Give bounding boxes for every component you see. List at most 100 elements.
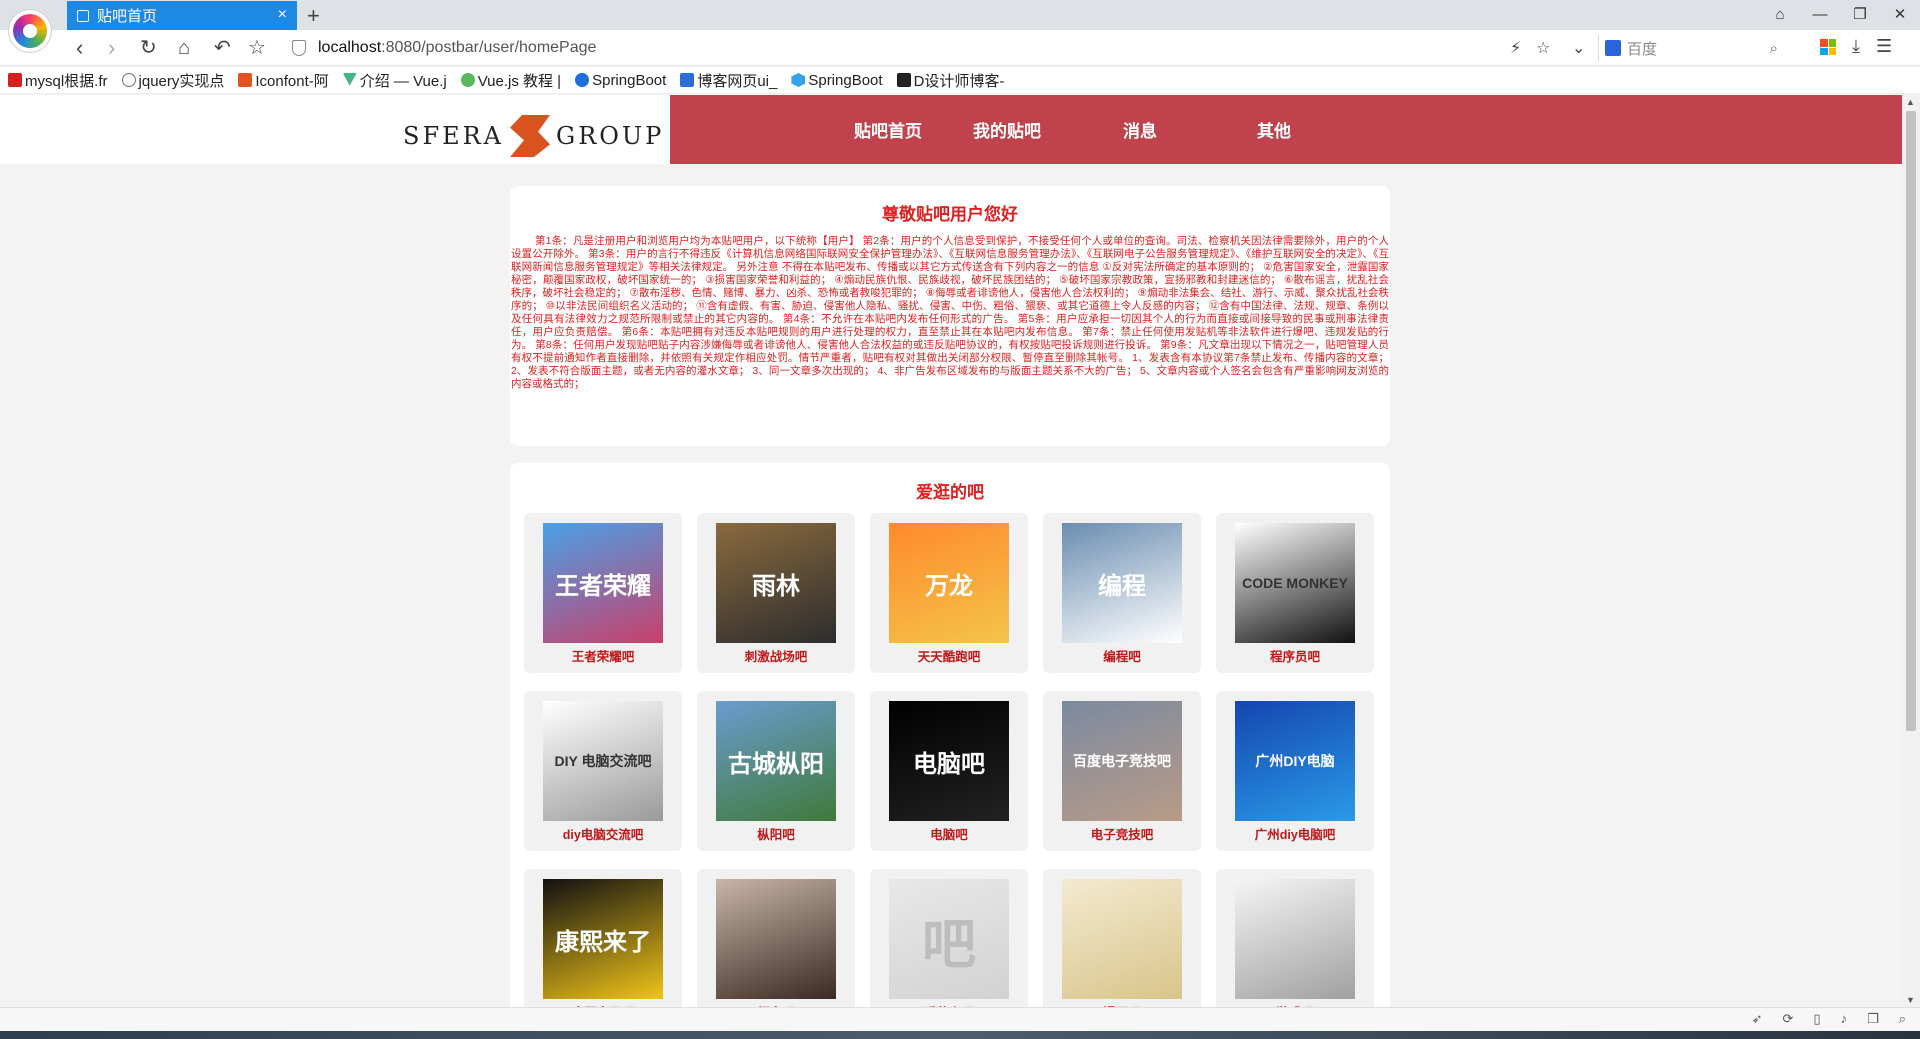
page-scrollbar[interactable]: ▲ ▼ bbox=[1902, 95, 1920, 1007]
bar-name[interactable]: diy电脑交流吧 bbox=[524, 824, 682, 843]
toolbar-right: ⤓ ☰ bbox=[1820, 36, 1892, 57]
bookmark-item[interactable]: SpringBoot bbox=[791, 72, 883, 89]
bar-avatar[interactable]: 康熙来了 bbox=[543, 879, 663, 999]
nav-my-bars[interactable]: 我的贴吧 bbox=[973, 95, 1041, 164]
bookmark-item[interactable]: jquery实现点 bbox=[121, 70, 224, 91]
minimize-icon[interactable]: — bbox=[1800, 0, 1840, 30]
bar-name[interactable]: 广州diy电脑吧 bbox=[1216, 824, 1374, 843]
bookmark-item[interactable]: SpringBoot bbox=[575, 72, 666, 89]
bookmark-item[interactable]: 博客网页ui_ bbox=[680, 70, 777, 91]
bar-card[interactable]: 王者荣耀 王者荣耀吧 bbox=[524, 513, 682, 673]
bookmark-item[interactable]: Vue.js 教程 | bbox=[460, 70, 561, 91]
apps-grid-icon[interactable] bbox=[1820, 39, 1836, 55]
close-window-icon[interactable]: ✕ bbox=[1880, 0, 1920, 30]
bar-card[interactable]: 古城枞阳 枞阳吧 bbox=[697, 691, 855, 851]
bar-avatar[interactable] bbox=[1235, 879, 1355, 999]
bar-card[interactable]: 漫画吧 bbox=[1043, 869, 1201, 1007]
bar-avatar[interactable]: 吧 bbox=[889, 879, 1009, 999]
undo-icon[interactable]: ↶ bbox=[214, 36, 231, 60]
bar-avatar-text: DIY 电脑交流吧 bbox=[554, 753, 652, 769]
bar-avatar[interactable]: 王者荣耀 bbox=[543, 523, 663, 643]
bookmark-item[interactable]: 介绍 — Vue.j bbox=[342, 70, 447, 91]
browser-logo-icon[interactable] bbox=[8, 9, 52, 53]
menu-icon[interactable]: ☰ bbox=[1876, 36, 1892, 57]
bookmark-item[interactable]: Iconfont-阿 bbox=[238, 70, 329, 91]
bar-card[interactable]: 广州DIY电脑广州diy电脑吧 bbox=[1216, 691, 1374, 851]
nav-other[interactable]: 其他 bbox=[1257, 95, 1291, 164]
bar-card[interactable]: 雨林 刺激战场吧 bbox=[697, 513, 855, 673]
nav-home[interactable]: 贴吧首页 bbox=[854, 95, 922, 164]
skin-icon[interactable]: ⌂ bbox=[1760, 0, 1800, 30]
scrollbar-thumb[interactable] bbox=[1906, 111, 1916, 731]
baidu-icon bbox=[1605, 40, 1621, 56]
window-icon[interactable]: ❐ bbox=[1867, 1011, 1879, 1027]
bar-avatar[interactable]: 雨林 bbox=[716, 523, 836, 643]
lightning-icon[interactable]: ⚡ bbox=[1510, 38, 1521, 58]
bar-avatar[interactable]: 古城枞阳 bbox=[716, 701, 836, 821]
bar-card[interactable]: CODE MONKEY 程序员吧 bbox=[1216, 513, 1374, 673]
tab-active[interactable]: 贴吧首页 × bbox=[67, 1, 297, 30]
url-field[interactable]: localhost:8080/postbar/user/homePage bbox=[292, 34, 1584, 62]
reload-icon[interactable]: ↻ bbox=[140, 36, 157, 60]
scroll-down-icon[interactable]: ▼ bbox=[1906, 995, 1915, 1005]
bar-avatar[interactable]: 百度电子竞技吧 bbox=[1062, 701, 1182, 821]
bar-name[interactable]: 刺激战场吧 bbox=[697, 646, 855, 665]
favorite-star-icon[interactable]: ☆ bbox=[1536, 38, 1550, 58]
bar-avatar[interactable] bbox=[716, 879, 836, 999]
bar-avatar[interactable] bbox=[1062, 879, 1182, 999]
bar-name[interactable]: 编程吧 bbox=[1043, 646, 1201, 665]
refresh-status-icon[interactable]: ⟳ bbox=[1783, 1011, 1794, 1027]
nav-messages[interactable]: 消息 bbox=[1123, 95, 1157, 164]
bar-name[interactable]: 电子竞技吧 bbox=[1043, 824, 1201, 843]
new-tab-icon[interactable]: + bbox=[307, 3, 320, 29]
bar-card[interactable]: 电脑吧 电脑吧 bbox=[870, 691, 1028, 851]
bar-name[interactable]: 程序员吧 bbox=[1216, 646, 1374, 665]
bar-name[interactable]: 王者荣耀吧 bbox=[524, 646, 682, 665]
zoom-icon[interactable]: ⌕ bbox=[1899, 1011, 1906, 1027]
bar-avatar[interactable]: 编程 bbox=[1062, 523, 1182, 643]
bar-avatar-text: 王者荣耀 bbox=[555, 572, 651, 600]
bar-avatar[interactable]: 万龙 bbox=[889, 523, 1009, 643]
bar-avatar[interactable]: CODE MONKEY bbox=[1235, 523, 1355, 643]
bookmark-star-icon[interactable]: ☆ bbox=[248, 36, 266, 60]
bar-card[interactable]: 康熙来了康熙电子吧 bbox=[524, 869, 682, 1007]
scroll-up-icon[interactable]: ▲ bbox=[1906, 97, 1915, 107]
site-logo[interactable]: SFERA GROUP bbox=[403, 115, 664, 157]
tab-strip: 贴吧首页 × + ⌂ — ❐ ✕ bbox=[0, 0, 1920, 30]
close-tab-icon[interactable]: × bbox=[278, 6, 287, 24]
bar-avatar[interactable]: 电脑吧 bbox=[889, 701, 1009, 821]
bar-card[interactable]: DIY 电脑交流吧 diy电脑交流吧 bbox=[524, 691, 682, 851]
favorite-bars-title: 爱逛的吧 bbox=[916, 483, 984, 502]
bar-card[interactable]: 百度电子竞技吧电子竞技吧 bbox=[1043, 691, 1201, 851]
bar-card[interactable]: 万龙 天天酷跑吧 bbox=[870, 513, 1028, 673]
bar-avatar-text: 古城枞阳 bbox=[728, 750, 824, 778]
volume-icon[interactable]: ♪ bbox=[1841, 1011, 1848, 1027]
download-icon[interactable]: ⤓ bbox=[1852, 36, 1860, 57]
home-icon[interactable]: ⌂ bbox=[178, 36, 190, 60]
brand-mark-icon bbox=[510, 115, 551, 157]
bar-name[interactable]: 枞阳吧 bbox=[697, 824, 855, 843]
bar-card[interactable]: 烦宁吧 bbox=[697, 869, 855, 1007]
back-icon[interactable]: ‹ bbox=[76, 36, 83, 60]
bar-avatar[interactable]: 广州DIY电脑 bbox=[1235, 701, 1355, 821]
bar-avatar-text: CODE MONKEY bbox=[1242, 575, 1348, 591]
bar-grid: 王者荣耀 王者荣耀吧 雨林 刺激战场吧 万龙 天天酷跑吧 编程 编程吧 CODE MONKEY 程… bbox=[524, 513, 1374, 1007]
bar-name[interactable]: 电脑吧 bbox=[870, 824, 1028, 843]
page-icon bbox=[77, 9, 89, 22]
forward-icon[interactable]: › bbox=[108, 36, 115, 60]
trash-icon[interactable]: ▯ bbox=[1813, 1011, 1820, 1027]
bar-card[interactable]: 游戏吧 bbox=[1216, 869, 1374, 1007]
dropdown-chevron-icon[interactable]: ⌄ bbox=[1572, 38, 1585, 58]
search-icon[interactable]: ⌕ bbox=[1770, 40, 1778, 57]
bar-avatar[interactable]: DIY 电脑交流吧 bbox=[543, 701, 663, 821]
restore-icon[interactable]: ❐ bbox=[1840, 0, 1880, 30]
url-host: localhost bbox=[318, 39, 382, 56]
notice-title: 尊敬贴吧用户您好 bbox=[882, 205, 1018, 224]
rocket-icon[interactable]: ➶ bbox=[1752, 1011, 1763, 1027]
bar-card[interactable]: 吧爱什么吧 bbox=[870, 869, 1028, 1007]
bookmark-item[interactable]: mysql根据.fr bbox=[8, 70, 108, 91]
search-input[interactable]: 百度 ⌕ bbox=[1598, 35, 1784, 61]
bookmark-item[interactable]: D设计师博客- bbox=[896, 70, 1004, 91]
bar-card[interactable]: 编程 编程吧 bbox=[1043, 513, 1201, 673]
bar-name[interactable]: 天天酷跑吧 bbox=[870, 646, 1028, 665]
